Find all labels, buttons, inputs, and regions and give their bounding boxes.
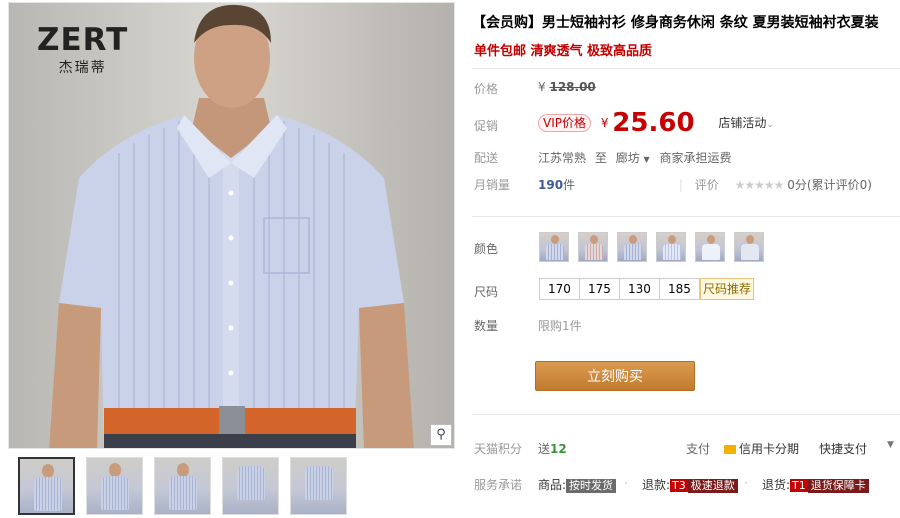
thumbnail-4[interactable]	[222, 457, 279, 515]
service-item-3[interactable]: 退货: T1 退货保障卡	[762, 476, 869, 493]
brand-name-en: ZERT	[37, 22, 129, 58]
main-product-image[interactable]: ZERT 杰瑞蒂 ⚲	[8, 2, 455, 449]
color-swatch-2[interactable]	[578, 232, 608, 262]
color-swatch-3[interactable]	[617, 232, 647, 262]
product-subtitle: 单件包邮 清爽透气 极致高品质	[474, 44, 653, 59]
original-price: ¥ 128.00	[538, 80, 596, 94]
chevron-down-icon[interactable]: ▼	[887, 440, 894, 450]
thumbnail-1[interactable]	[18, 457, 75, 515]
vip-price-badge: VIP价格	[538, 114, 591, 132]
color-swatch-4[interactable]	[656, 232, 686, 262]
service-item-3-label: 退货:	[762, 478, 791, 492]
rating-stars: ★★★★★	[734, 178, 785, 192]
color-swatch-6[interactable]	[734, 232, 764, 262]
currency-symbol: ¥	[538, 80, 546, 94]
shipping-label: 配送	[474, 151, 499, 165]
shop-promo-label: 店铺活动	[718, 116, 767, 130]
dot-separator: ·	[624, 476, 628, 490]
dot-separator: ·	[744, 476, 748, 490]
fast-refund-tag: 极速退款	[687, 479, 738, 493]
product-info-panel: 【会员购】男士短袖衬衫 修身商务休闲 条纹 夏男装短袖衬衣夏装 单件包邮 清爽透…	[472, 0, 900, 518]
service-label: 服务承诺	[474, 478, 523, 492]
brand-logo: ZERT 杰瑞蒂	[37, 23, 128, 77]
monthly-sales-label: 月销量	[474, 178, 511, 192]
price-label: 价格	[474, 82, 499, 96]
shipping-row: 江苏常熟 至 廊坊 ▼ 商家承担运费	[538, 149, 732, 166]
promo-price: 25.60	[612, 108, 695, 138]
size-guide-link[interactable]: 尺码推荐	[700, 278, 755, 300]
color-label: 颜色	[474, 242, 499, 256]
credit-installment-link[interactable]: 信用卡分期	[724, 440, 799, 457]
promo-label: 促销	[474, 119, 499, 133]
t3-badge: T3	[670, 479, 688, 492]
payment-label: 支付	[686, 442, 711, 456]
points-label: 天猫积分	[474, 442, 523, 456]
size-option-130[interactable]: 130	[619, 278, 660, 300]
service-item-2-label: 退款:	[642, 478, 671, 492]
monthly-sales-unit: 件	[563, 178, 576, 192]
promo-price-row: VIP价格 ¥ 25.60 店铺活动⌄	[538, 108, 774, 138]
divider	[472, 414, 900, 415]
service-item-1-label: 商品:	[538, 478, 567, 492]
active-thumb-caret	[44, 457, 56, 459]
service-item-1[interactable]: 商品: 按时发货	[538, 476, 617, 493]
magnifier-icon[interactable]: ⚲	[430, 424, 452, 446]
service-item-2[interactable]: 退款: T3 极速退款	[642, 476, 738, 493]
size-option-185[interactable]: 185	[659, 278, 700, 300]
promo-currency-symbol: ¥	[600, 116, 609, 130]
credit-installment-label: 信用卡分期	[739, 442, 800, 456]
thumbnail-3[interactable]	[154, 457, 211, 515]
quick-pay-link[interactable]: 快捷支付	[819, 440, 867, 457]
thumbnail-2[interactable]	[86, 457, 143, 515]
points-prefix: 送	[538, 442, 551, 456]
shipping-fee-note: 商家承担运费	[659, 151, 732, 165]
thumbnail-strip	[8, 457, 455, 517]
size-option-175[interactable]: 175	[579, 278, 620, 300]
shop-promo-dropdown[interactable]: 店铺活动⌄	[718, 116, 774, 130]
ship-destination: 廊坊	[615, 151, 640, 165]
ship-to-word: 至	[594, 151, 607, 165]
separator: |	[678, 178, 683, 192]
divider	[472, 68, 900, 69]
ship-destination-select[interactable]: 廊坊 ▼	[616, 151, 650, 165]
size-label: 尺码	[474, 285, 499, 299]
product-title: 【会员购】男士短袖衬衫 修身商务休闲 条纹 夏男装短袖衬衣夏装	[472, 15, 879, 31]
chevron-down-icon: ⌄	[766, 120, 774, 130]
quantity-label: 数量	[474, 319, 499, 333]
color-swatch-5[interactable]	[695, 232, 725, 262]
points-row: 送12	[538, 440, 567, 457]
credit-card-icon	[724, 445, 736, 454]
monthly-sales-row: 190件 | 评价 ★★★★★ 0分(累计评价0)	[538, 176, 872, 193]
thumbnail-5[interactable]	[290, 457, 347, 515]
rating-label: 评价	[694, 178, 719, 192]
t1-badge: T1	[790, 479, 808, 492]
return-guarantee-tag: 退货保障卡	[807, 479, 869, 493]
size-option-170[interactable]: 170	[539, 278, 580, 300]
points-value: 12	[550, 442, 567, 456]
divider	[472, 216, 900, 217]
on-time-delivery-tag: 按时发货	[566, 479, 617, 493]
monthly-sales-count: 190	[538, 178, 564, 192]
color-swatch-1[interactable]	[539, 232, 569, 262]
brand-name-cn: 杰瑞蒂	[58, 60, 107, 76]
rating-text-link[interactable]: 0分(累计评价0)	[787, 178, 872, 192]
chevron-down-icon: ▼	[643, 155, 650, 164]
purchase-limit: 限购1件	[538, 319, 582, 333]
buy-now-button[interactable]: 立刻购买	[535, 361, 695, 391]
original-price-value: 128.00	[549, 80, 596, 94]
ship-from: 江苏常熟	[538, 151, 587, 165]
